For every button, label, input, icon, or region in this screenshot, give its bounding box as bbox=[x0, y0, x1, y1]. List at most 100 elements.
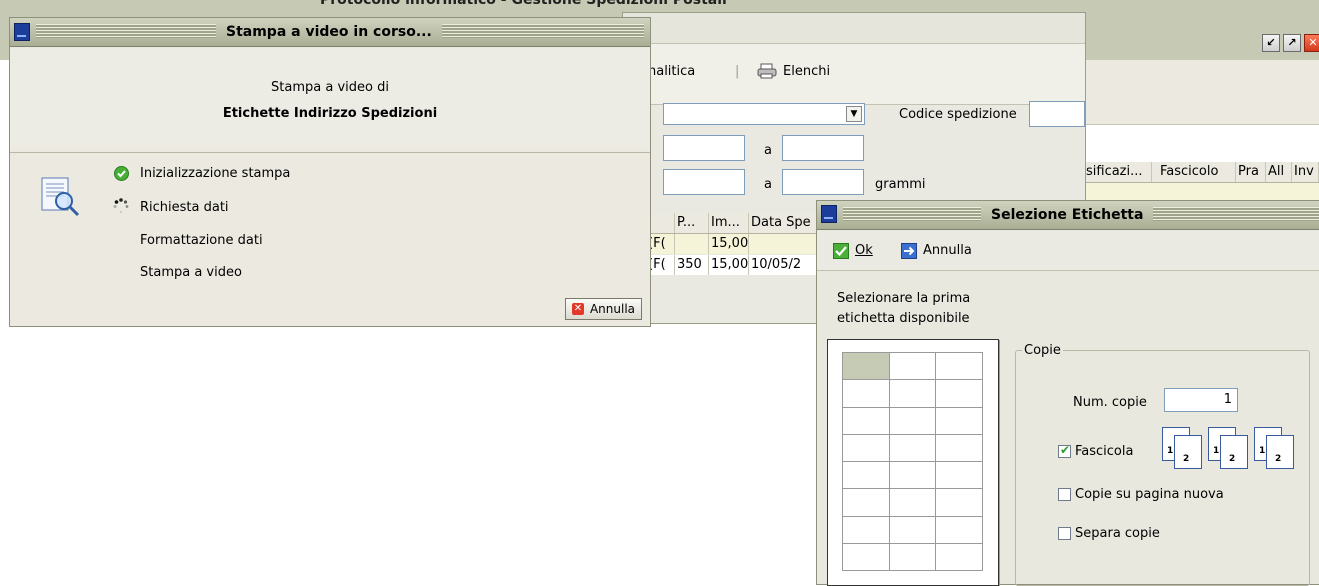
label-cell[interactable] bbox=[888, 433, 937, 462]
copie-pagina-nuova-checkbox[interactable] bbox=[1058, 488, 1071, 501]
grid-col-header[interactable]: All bbox=[1266, 162, 1292, 182]
weight-to-label: a bbox=[764, 177, 772, 192]
num-copie-label: Num. copie bbox=[1073, 395, 1147, 410]
grid-col-header[interactable]: Im... bbox=[709, 213, 749, 233]
page-icon: 2 bbox=[1174, 435, 1202, 469]
dialog-titlebar[interactable]: Selezione Etichetta bbox=[817, 201, 1319, 230]
printer-icon bbox=[757, 63, 777, 79]
separa-copie-label[interactable]: Separa copie bbox=[1075, 526, 1160, 541]
check-icon bbox=[114, 166, 129, 181]
fascicola-label[interactable]: Fascicola bbox=[1075, 444, 1133, 459]
label-cell[interactable] bbox=[888, 406, 937, 435]
step-formattazione-dati: Formattazione dati bbox=[140, 233, 263, 248]
grid-col-header[interactable]: sificazi... bbox=[1084, 162, 1152, 182]
grid-col-header[interactable]: Data Spe bbox=[749, 213, 819, 233]
grid-col-header[interactable]: Pra bbox=[1236, 162, 1266, 182]
collate-pages-icon: 1 2 1 2 1 2 bbox=[1162, 427, 1302, 471]
spinner-icon bbox=[113, 198, 129, 214]
label-cell[interactable] bbox=[842, 433, 890, 462]
subtitle-line-2: Etichette Indirizzo Spedizioni bbox=[222, 106, 438, 121]
table-row[interactable]: A (F( 15,00 bbox=[623, 234, 819, 254]
weight-to-input[interactable] bbox=[782, 169, 864, 195]
form-toolbar: a Analitica | Elenchi bbox=[623, 44, 1085, 105]
codice-spedizione-input[interactable] bbox=[1029, 101, 1085, 127]
label-cell[interactable] bbox=[888, 379, 937, 408]
divider bbox=[10, 152, 650, 153]
app-logo-icon bbox=[821, 205, 837, 223]
step-inizializzazione: Inizializzazione stampa bbox=[140, 166, 291, 181]
range-to-label: a bbox=[764, 143, 772, 158]
num-copie-input[interactable]: 1 bbox=[1164, 388, 1238, 412]
toolbar-separator: | bbox=[735, 64, 740, 79]
range-to-input[interactable] bbox=[782, 135, 864, 161]
label-cell[interactable] bbox=[935, 352, 983, 381]
elenchi-button[interactable]: Elenchi bbox=[783, 64, 830, 79]
grammi-label: grammi bbox=[875, 177, 926, 192]
copie-group-label: Copie bbox=[1022, 343, 1063, 358]
label-cell[interactable] bbox=[888, 488, 937, 517]
dialog-title: Stampa a video in corso... bbox=[216, 18, 442, 46]
dialog-titlebar[interactable]: Stampa a video in corso... bbox=[10, 18, 650, 47]
label-cell[interactable] bbox=[935, 515, 983, 544]
print-subtitle: Stampa a video di Etichette Indirizzo Sp… bbox=[10, 48, 650, 148]
subtitle-line-1: Stampa a video di bbox=[271, 80, 389, 95]
label-cell[interactable] bbox=[888, 352, 937, 381]
grid-col-header[interactable]: P... bbox=[675, 213, 709, 233]
label-cell[interactable] bbox=[935, 406, 983, 435]
right-toolbar-strip bbox=[1084, 60, 1319, 125]
label-cell[interactable] bbox=[842, 488, 890, 517]
label-sheet bbox=[827, 339, 999, 586]
page-number: 1 bbox=[1213, 446, 1220, 456]
copie-pagina-nuova-label[interactable]: Copie su pagina nuova bbox=[1075, 487, 1224, 502]
weight-from-input[interactable] bbox=[663, 169, 745, 195]
label-grid bbox=[842, 352, 983, 571]
close-button[interactable]: ✕ bbox=[1304, 34, 1319, 52]
label-selection-dialog: Selezione Etichetta Ok Annulla Seleziona… bbox=[816, 200, 1319, 586]
label-cell[interactable] bbox=[888, 461, 937, 490]
step-richiesta-dati: Richiesta dati bbox=[140, 200, 229, 215]
ok-check-icon[interactable] bbox=[833, 243, 849, 259]
table-cell: 15,00 bbox=[709, 234, 749, 254]
table-cell bbox=[749, 234, 819, 254]
app-logo-icon bbox=[14, 23, 30, 41]
page-icon: 2 bbox=[1266, 435, 1294, 469]
label-cell[interactable] bbox=[842, 406, 890, 435]
fascicola-checkbox[interactable] bbox=[1058, 443, 1071, 458]
label-cell[interactable] bbox=[888, 542, 937, 571]
page-icon: 2 bbox=[1220, 435, 1248, 469]
arrow-right-icon[interactable] bbox=[901, 243, 917, 259]
grid-col-header[interactable]: Inv bbox=[1292, 162, 1319, 182]
maximize-button[interactable]: ↗ bbox=[1283, 34, 1301, 52]
range-from-input[interactable] bbox=[663, 135, 745, 161]
label-cell[interactable] bbox=[842, 542, 890, 571]
codice-spedizione-label: Codice spedizione bbox=[899, 107, 1017, 122]
right-grid-header: sificazi... Fascicolo Pra All Inv bbox=[1084, 162, 1319, 183]
page-number: 1 bbox=[1259, 446, 1266, 456]
tipo-select[interactable]: ▼ bbox=[663, 103, 865, 125]
annulla-button[interactable]: ✕ Annulla bbox=[564, 298, 642, 320]
separa-copie-checkbox[interactable] bbox=[1058, 527, 1071, 540]
minimize-button[interactable]: ↙ bbox=[1262, 34, 1280, 52]
dialog-title: Selezione Etichetta bbox=[981, 201, 1154, 229]
chevron-down-icon[interactable]: ▼ bbox=[846, 106, 862, 122]
label-cell[interactable] bbox=[935, 433, 983, 462]
annulla-button[interactable]: Annulla bbox=[923, 243, 972, 258]
label-cell[interactable] bbox=[935, 461, 983, 490]
label-cell[interactable] bbox=[935, 488, 983, 517]
label-cell[interactable] bbox=[842, 515, 890, 544]
main-window-title: Protocollo informatico - Gestione Spediz… bbox=[320, 0, 727, 8]
step-stampa-a-video: Stampa a video bbox=[140, 265, 242, 280]
page-number: 2 bbox=[1275, 454, 1282, 464]
ok-button[interactable]: Ok bbox=[855, 243, 873, 258]
annulla-label: Annulla bbox=[589, 302, 635, 316]
label-cell[interactable] bbox=[842, 379, 890, 408]
label-cell[interactable] bbox=[935, 542, 983, 571]
label-cell[interactable] bbox=[888, 515, 937, 544]
label-cell[interactable] bbox=[935, 379, 983, 408]
label-cell[interactable] bbox=[842, 352, 890, 381]
table-row[interactable]: A (F( 350 15,00 10/05/2 bbox=[623, 255, 819, 275]
print-preview-icon bbox=[40, 175, 82, 219]
grid-col-header[interactable]: Fascicolo bbox=[1152, 162, 1236, 182]
page-number: 2 bbox=[1229, 454, 1236, 464]
label-cell[interactable] bbox=[842, 461, 890, 490]
